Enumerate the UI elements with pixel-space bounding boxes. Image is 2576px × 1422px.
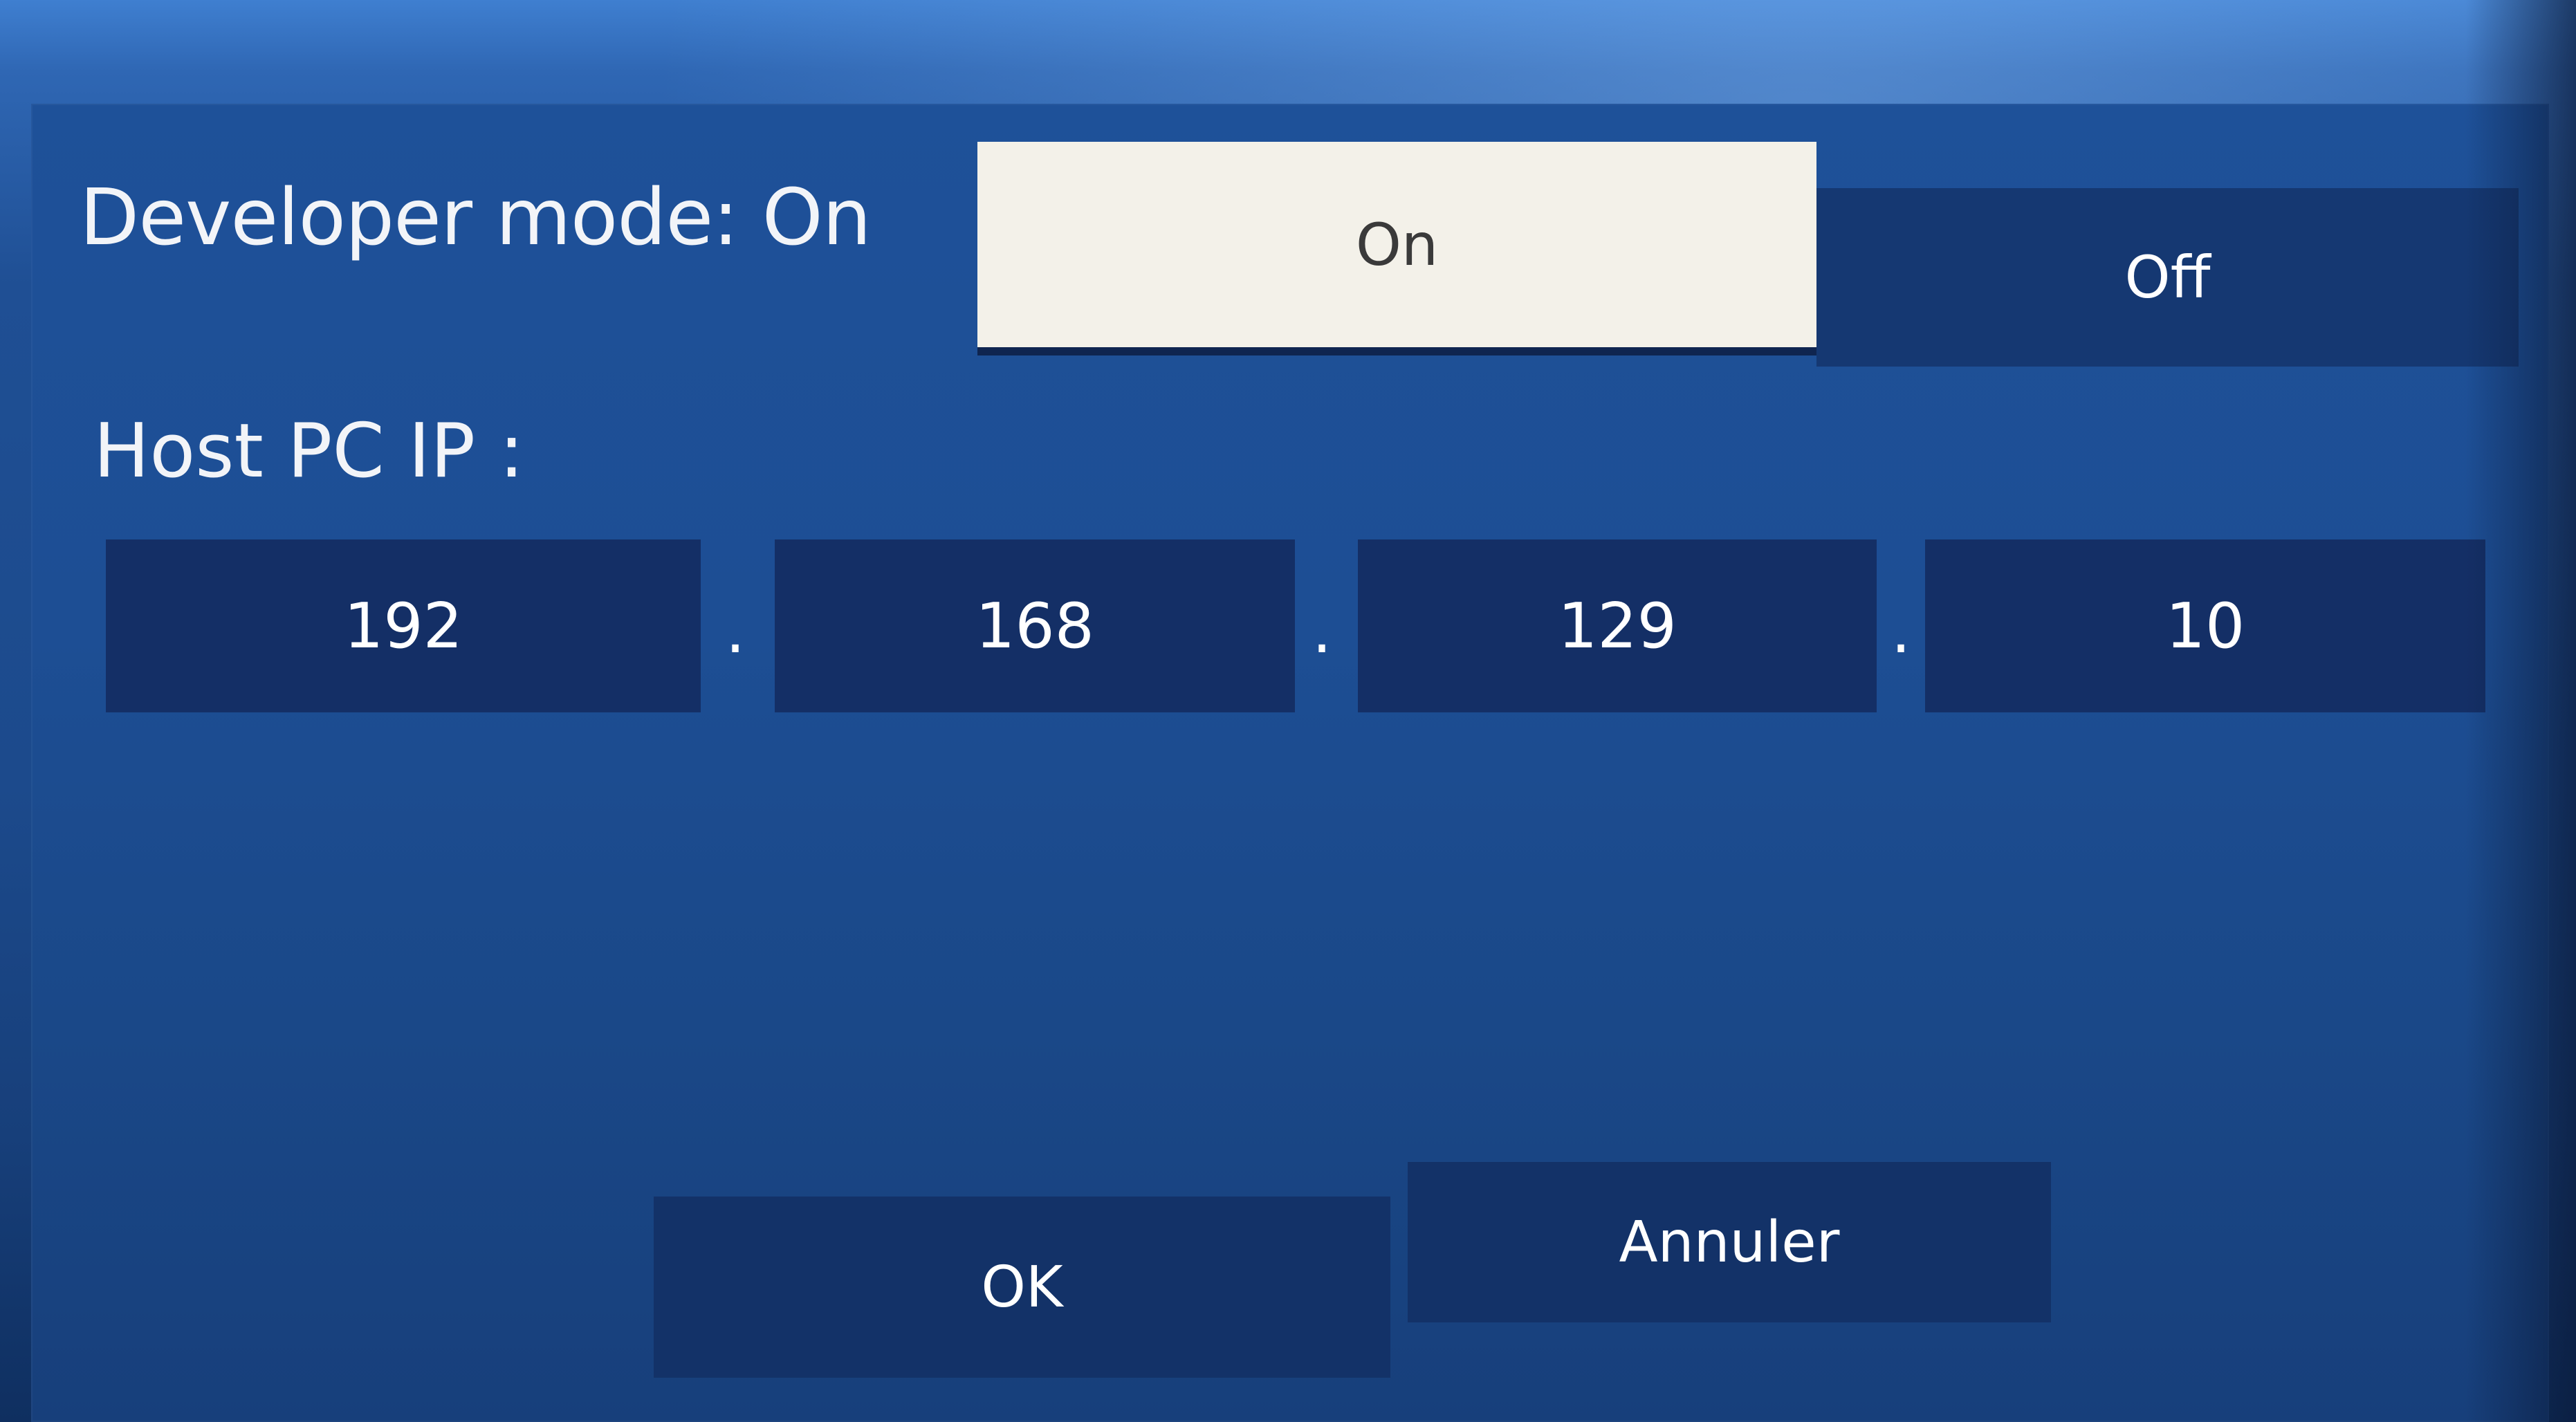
ip-octet-1-field[interactable]: 192 bbox=[106, 539, 701, 712]
host-pc-ip-fields: 192 . 168 . 129 . 10 bbox=[106, 539, 2485, 719]
screen-edge-shadow bbox=[2465, 0, 2576, 1422]
developer-mode-on-option[interactable]: On bbox=[977, 142, 1816, 347]
tv-screen: Developer mode: On On Off Host PC IP : 1… bbox=[0, 0, 2576, 1422]
developer-mode-off-option[interactable]: Off bbox=[1816, 188, 2519, 367]
host-pc-ip-label: Host PC IP : bbox=[93, 408, 524, 495]
ip-separator-2: . bbox=[1312, 595, 1332, 667]
ip-octet-4-field[interactable]: 10 bbox=[1925, 539, 2485, 712]
ip-octet-3-field[interactable]: 129 bbox=[1358, 539, 1877, 712]
ok-button[interactable]: OK bbox=[654, 1197, 1390, 1378]
cancel-button[interactable]: Annuler bbox=[1408, 1162, 2051, 1322]
ip-separator-1: . bbox=[725, 595, 746, 667]
ip-octet-2-field[interactable]: 168 bbox=[775, 539, 1295, 712]
developer-mode-label: Developer mode: On bbox=[80, 173, 872, 263]
ip-separator-3: . bbox=[1890, 595, 1911, 667]
